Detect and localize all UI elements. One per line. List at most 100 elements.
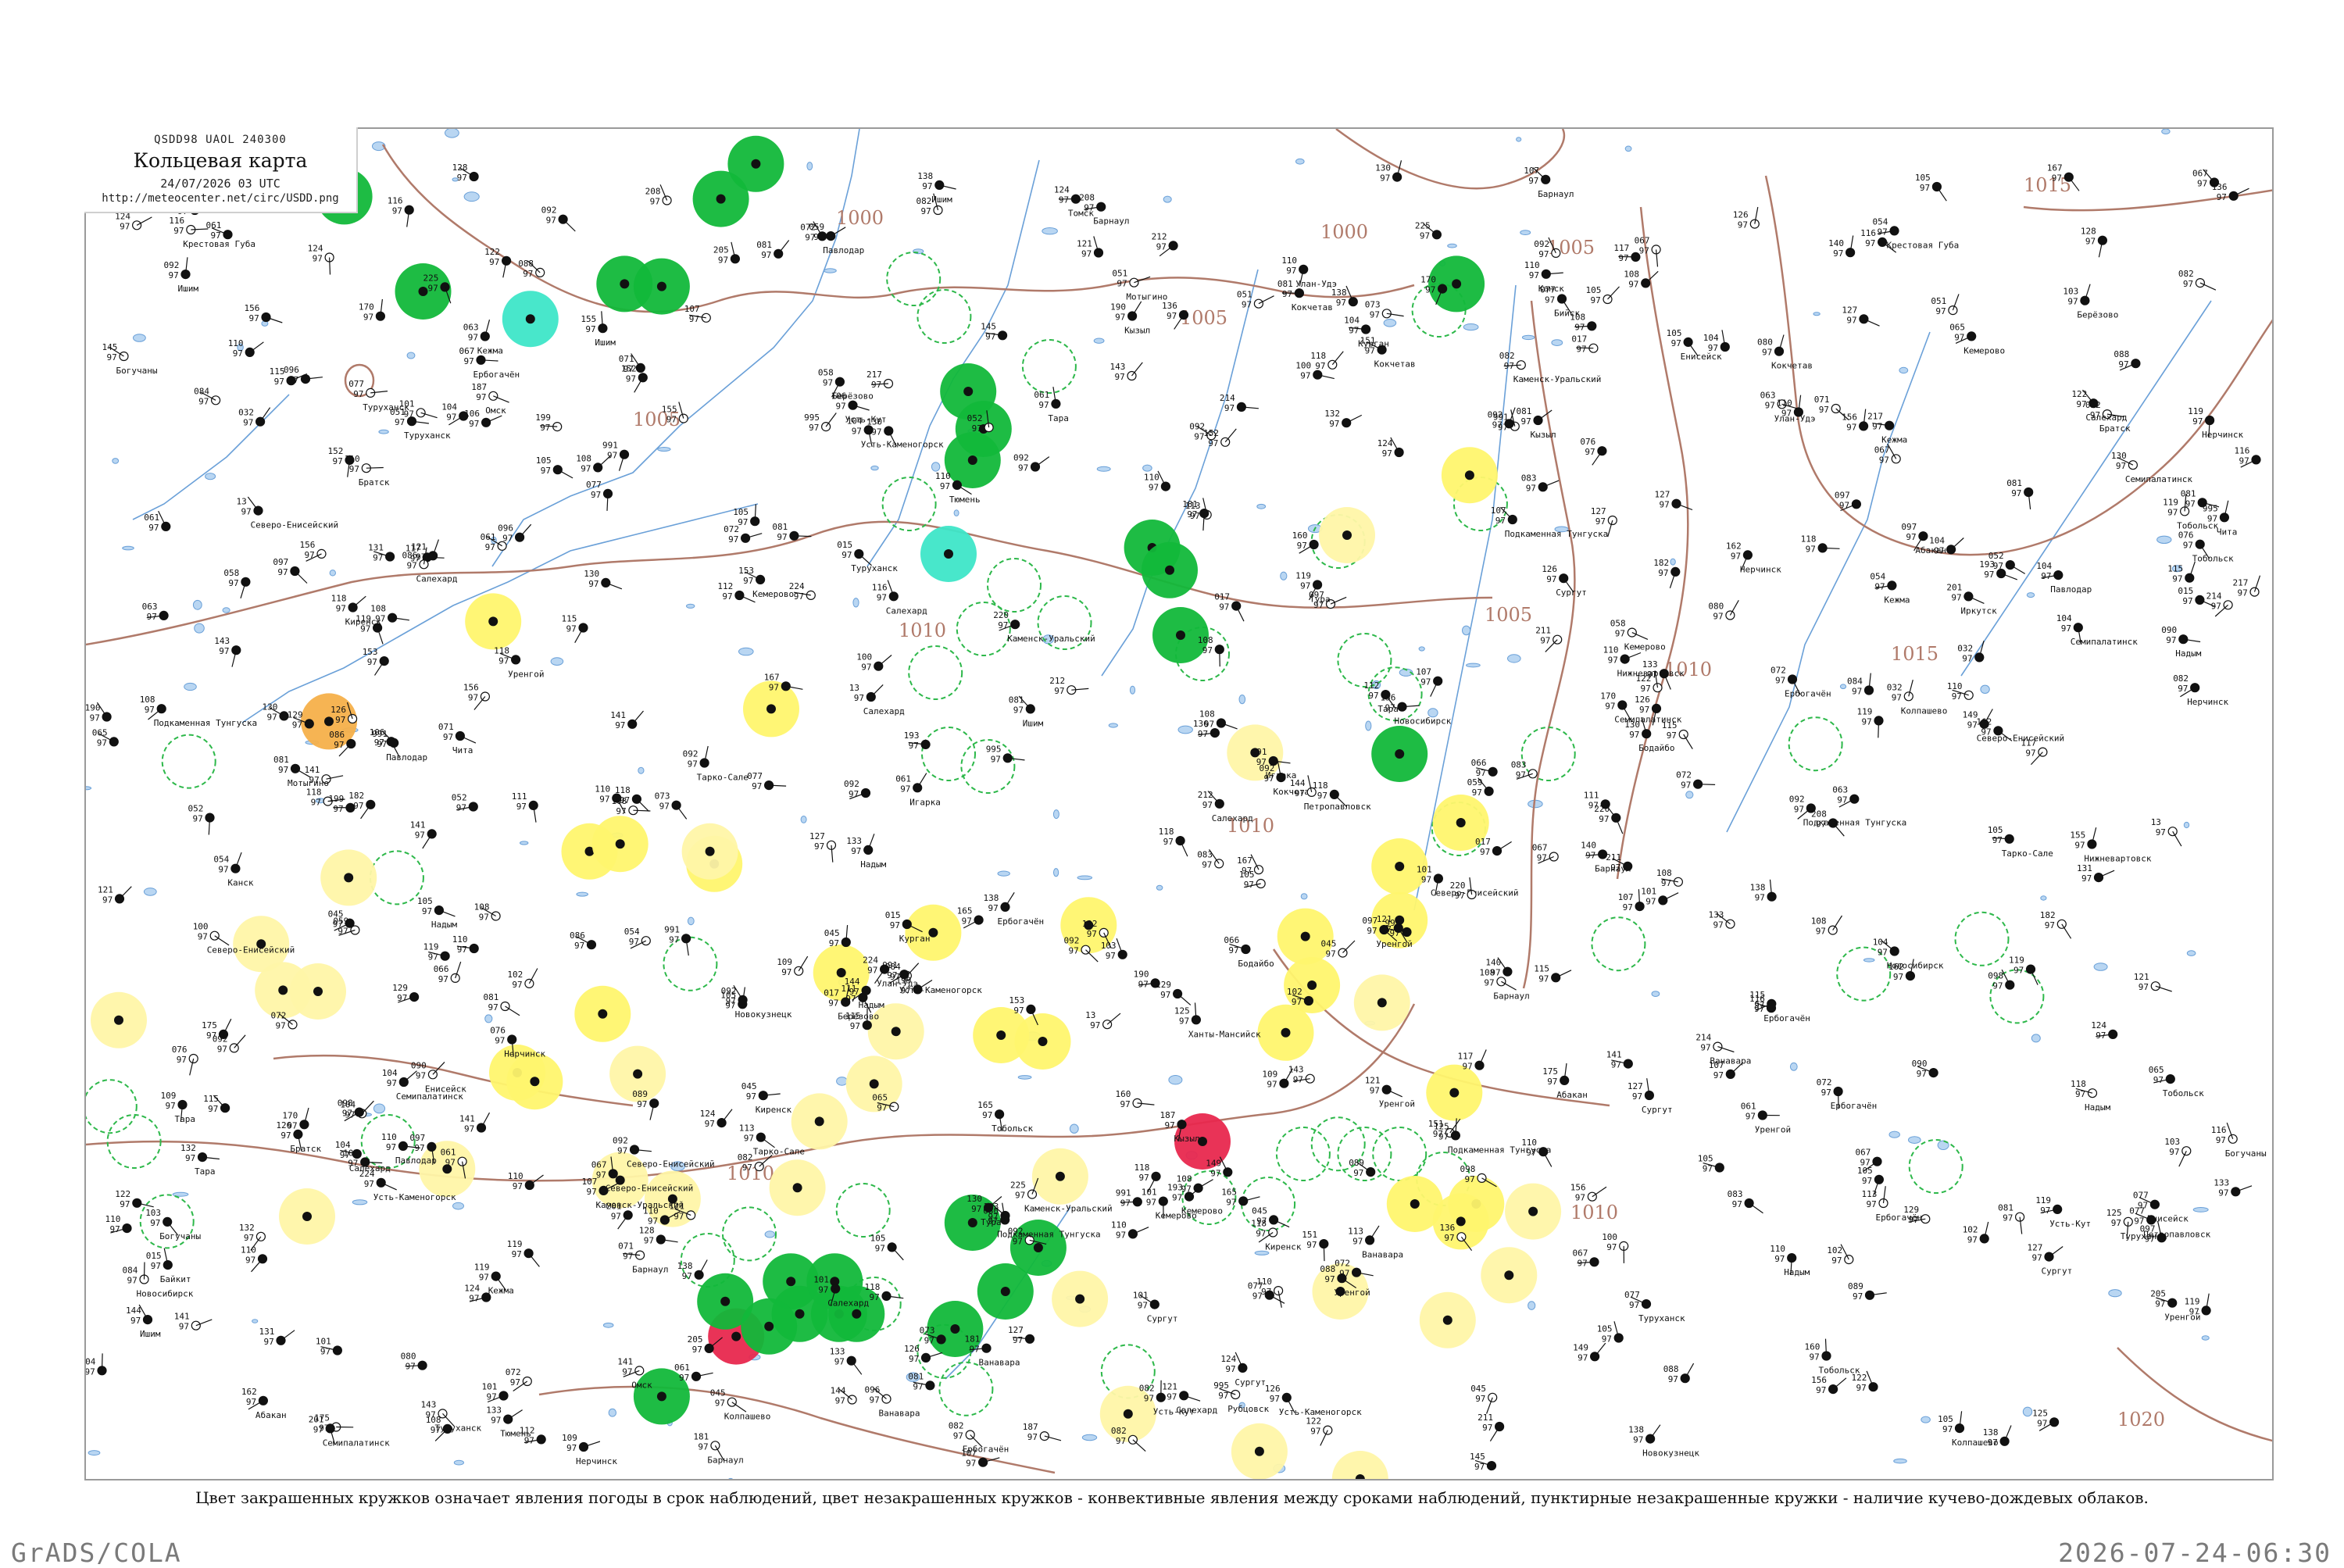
- place-name: Ербогачён: [1785, 689, 1831, 699]
- place-name: Уренгой: [1376, 939, 1412, 949]
- station-plot: 14197: [410, 820, 437, 848]
- station-plot: 09697: [284, 365, 323, 385]
- station-temp: 97: [107, 352, 117, 363]
- lake-shape: [1840, 684, 1846, 689]
- station-plot: 16597: [957, 906, 984, 928]
- station-temp: 97: [1317, 791, 1327, 801]
- station-plot: 22097: [1594, 804, 1623, 834]
- station-pressure: 145: [1470, 1452, 1485, 1462]
- station-temp: 97: [1578, 1352, 1588, 1363]
- station-pressure: 167: [1237, 855, 1252, 866]
- station-dot: [324, 716, 334, 726]
- station-temp: 97: [835, 1396, 845, 1406]
- map-url[interactable]: http://meteocenter.net/circ/USDD.png: [84, 192, 356, 205]
- station-plot: 12197: [98, 884, 131, 905]
- station-dot: [795, 966, 803, 975]
- station-temp: 97: [852, 426, 862, 436]
- station-plot: 19097Кызыл: [1110, 302, 1150, 336]
- station-pressure: 072: [1771, 666, 1786, 676]
- station-temp: 97: [836, 402, 846, 412]
- cumulonimbus-ring: [1277, 1127, 1330, 1180]
- station-temp: 97: [1599, 814, 1609, 824]
- station-pressure: 110: [452, 934, 468, 945]
- station-pressure: 130: [866, 417, 882, 427]
- station-pressure: 175: [1542, 1066, 1558, 1077]
- place-name: Салехард: [416, 573, 458, 584]
- place-name: Сургут: [1556, 588, 1587, 598]
- station-temp: 97: [1115, 372, 1125, 382]
- station-pressure: 092: [1534, 239, 1549, 249]
- station-plot: 09297Новокузнецк: [721, 985, 792, 1020]
- station-pressure: 131: [2077, 863, 2092, 873]
- weather-circle-yellow: [905, 905, 961, 961]
- station-pressure: 116: [1860, 228, 1876, 238]
- lake-shape: [134, 334, 146, 342]
- station-temp: 97: [218, 865, 228, 875]
- station-temp: 97: [510, 1377, 520, 1388]
- station-pressure: 141: [410, 820, 426, 830]
- bulletin-code: QSDD98 UAOL 240300: [84, 134, 356, 146]
- station-temp: 97: [1054, 686, 1064, 696]
- station-pressure: 205: [688, 1334, 703, 1345]
- wind-barb: [732, 1402, 746, 1412]
- station-temp: 97: [1879, 455, 1889, 465]
- station-plot: 08197: [2006, 478, 2033, 509]
- station-pressure: 133: [1709, 910, 1724, 920]
- station-pressure: 089: [632, 1089, 648, 1099]
- lake-shape: [195, 623, 205, 633]
- station-pressure: 149: [1963, 710, 1978, 720]
- station-temp: 97: [1954, 332, 1964, 342]
- weather-circle-yellow: [1426, 1065, 1482, 1121]
- station-temp: 97: [495, 1036, 505, 1046]
- station-temp: 97: [588, 579, 599, 589]
- station-pressure: 107: [1524, 166, 1539, 176]
- station-plot: 10597: [1915, 173, 1946, 201]
- place-name: Уренгой: [1334, 1288, 1370, 1298]
- station-pressure: 153: [363, 647, 378, 657]
- station-plot: 11897Надым: [2071, 1079, 2110, 1113]
- station-pressure: 061: [481, 532, 496, 542]
- station-temp: 97: [1671, 338, 1681, 348]
- station-pressure: 118: [1134, 1163, 1150, 1173]
- station-dot: [1456, 1216, 1466, 1226]
- station-temp: 97: [692, 1345, 702, 1355]
- station-temp: 97: [1713, 612, 1723, 622]
- station-temp: 97: [828, 998, 838, 1009]
- station-pressure: 130: [2111, 451, 2127, 461]
- station-pressure: 097: [273, 557, 288, 567]
- station-plot: 20897: [645, 184, 672, 206]
- station-temp: 97: [246, 1397, 256, 1407]
- place-name: Берёзово: [2077, 310, 2118, 320]
- station-pressure: 076: [172, 1045, 188, 1055]
- station-pressure: 153: [738, 566, 754, 576]
- station-temp: 97: [1256, 757, 1267, 767]
- place-name: Киренск: [1265, 1242, 1302, 1252]
- station-temp: 97: [1645, 896, 1656, 906]
- isobar-line: [383, 145, 1414, 312]
- station-plot: 10997Тара: [161, 1091, 196, 1124]
- cumulonimbus-ring: [837, 1184, 890, 1237]
- station-temp: 97: [1480, 847, 1490, 857]
- station-pressure: 156: [1811, 1375, 1827, 1385]
- station-pressure: 205: [2150, 1289, 2166, 1299]
- station-pressure: 067: [1874, 445, 1890, 455]
- station-pressure: 098: [338, 1098, 353, 1109]
- station-pressure: 138: [917, 171, 933, 181]
- station-plot: 09297Подкаменная Тунгуска: [1789, 795, 1906, 828]
- lake-shape: [765, 1231, 774, 1238]
- station-temp: 97: [1992, 981, 2003, 991]
- station-dot: [278, 985, 288, 995]
- station-pressure: 119: [1295, 571, 1311, 581]
- station-pressure: 108: [474, 902, 490, 913]
- station-pressure: 015: [837, 540, 852, 550]
- station-temp: 97: [193, 814, 203, 824]
- cumulonimbus-ring: [1338, 1127, 1391, 1180]
- station-plot: 01597Байкит: [146, 1248, 191, 1285]
- station-plot: 14097: [1828, 236, 1855, 259]
- place-name: Барнаул: [1493, 991, 1529, 1001]
- station-temp: 97: [585, 324, 595, 334]
- station-temp: 97: [1606, 1242, 1617, 1252]
- weather-circle-light_yellow: [1231, 1423, 1288, 1480]
- station-temp: 97: [1575, 1193, 1585, 1203]
- station-plot: 06397: [1832, 785, 1859, 807]
